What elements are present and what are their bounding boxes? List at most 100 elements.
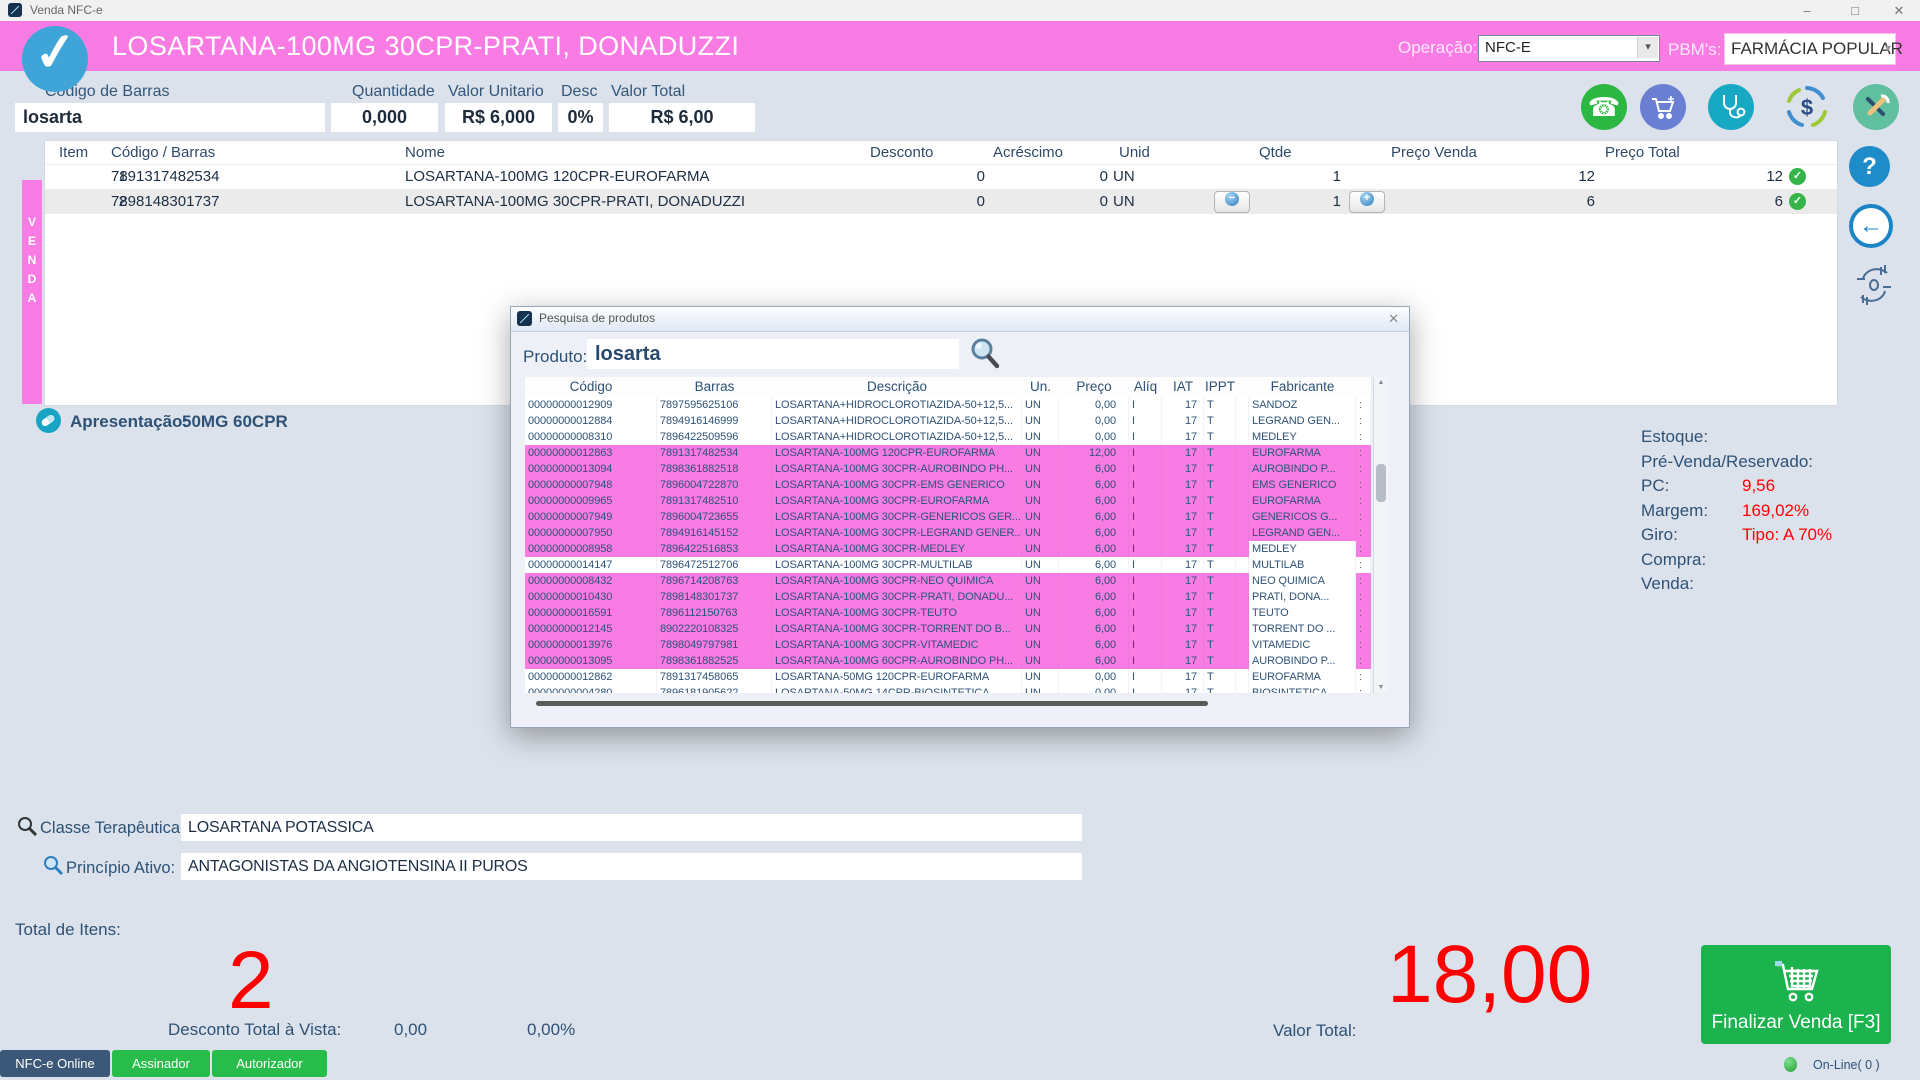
cell-cut: : [1356, 605, 1371, 621]
cell-tick [1236, 413, 1249, 429]
principio-ativo-field[interactable]: ANTAGONISTAS DA ANGIOTENSINA II PUROS [181, 853, 1082, 880]
qty-plus-button[interactable]: + [1349, 191, 1385, 213]
product-row[interactable]: 000000000128627891317458065LOSARTANA-50M… [525, 669, 1371, 685]
cell-barras: 7896472512706 [657, 557, 772, 573]
cell-un: UN [1022, 461, 1059, 477]
cell-codigo_barras: 7898148301737 [111, 189, 219, 214]
cell-ippt: T [1204, 589, 1236, 605]
cell-descricao: LOSARTANA-100MG 30CPR-LEGRAND GENER... [772, 525, 1022, 541]
col-nome: Nome [405, 141, 445, 164]
cell-preco: 0,00 [1059, 669, 1129, 685]
cell-preco_venda: 12 [1445, 164, 1595, 189]
cell-iat: 17 [1162, 605, 1204, 621]
qty-minus-button[interactable]: − [1214, 191, 1250, 213]
horizontal-scrollbar[interactable] [536, 701, 1208, 706]
maximize-button[interactable]: □ [1844, 2, 1866, 19]
cell-preco: 0,00 [1059, 429, 1129, 445]
product-row[interactable]: 000000000079497896004723655LOSARTANA-100… [525, 509, 1371, 525]
product-row[interactable]: 000000000083107896422509596LOSARTANA+HID… [525, 429, 1371, 445]
cell-cut: : [1356, 413, 1371, 429]
status-chip-assinador[interactable]: Assinador [112, 1050, 210, 1077]
finalizar-venda-button[interactable]: Finalizar Venda [F3] [1701, 945, 1891, 1044]
cell-tick [1236, 397, 1249, 413]
product-row[interactable]: 000000000139767898049797981LOSARTANA-100… [525, 637, 1371, 653]
product-row[interactable]: 000000000128847894916146999LOSARTANA+HID… [525, 413, 1371, 429]
back-button[interactable]: ← [1849, 204, 1893, 248]
total-value-input[interactable]: R$ 6,00 [609, 103, 755, 132]
product-row[interactable]: 000000000079487896004722870LOSARTANA-100… [525, 477, 1371, 493]
operacao-select[interactable]: NFC-E ▾ [1478, 35, 1660, 62]
product-row[interactable]: 000000000141477896472512706LOSARTANA-100… [525, 557, 1371, 573]
discount-input[interactable]: 0% [558, 103, 603, 132]
vertical-scrollbar[interactable]: ▲ ▼ [1373, 377, 1388, 693]
produto-search-input[interactable]: losarta [587, 339, 959, 369]
cell-cut: : [1356, 637, 1371, 653]
add-to-cart-icon[interactable] [1640, 84, 1686, 130]
product-row[interactable]: 000000000079507894916145152LOSARTANA-100… [525, 525, 1371, 541]
unit-value-input[interactable]: R$ 6,000 [445, 103, 552, 132]
cell-preco: 0,00 [1059, 397, 1129, 413]
close-icon[interactable]: ✕ [1388, 311, 1399, 327]
product-row[interactable]: 000000000084327896714208763LOSARTANA-100… [525, 573, 1371, 589]
cell-fab: EUROFARMA [1249, 493, 1356, 509]
operacao-value: NFC-E [1485, 39, 1531, 56]
status-chip-autorizador[interactable]: Autorizador [212, 1050, 327, 1077]
close-button[interactable]: ✕ [1888, 2, 1910, 19]
cell-preco: 6,00 [1059, 509, 1129, 525]
tools-icon[interactable] [1853, 84, 1899, 130]
cell-aliq: I [1129, 397, 1162, 413]
cell-codigo: 00000000013095 [525, 653, 657, 669]
product-row[interactable]: 000000000130947898361882518LOSARTANA-100… [525, 461, 1371, 477]
cell-barras: 7894916145152 [657, 525, 772, 541]
minimize-button[interactable]: – [1796, 2, 1818, 19]
cell-fab: BIOSINTETICA [1249, 685, 1356, 693]
sync-icon[interactable] [1851, 261, 1897, 309]
whatsapp-icon[interactable]: ☎ [1581, 84, 1627, 130]
cell-descricao: LOSARTANA+HIDROCLOROTIAZIDA-50+12,5... [772, 397, 1022, 413]
product-row[interactable]: 000000000165917896112150763LOSARTANA-100… [525, 605, 1371, 621]
product-row[interactable]: 000000000121458902220108325LOSARTANA-100… [525, 621, 1371, 637]
help-button[interactable]: ? [1849, 146, 1890, 187]
product-row[interactable]: 000000000099657891317482510LOSARTANA-100… [525, 493, 1371, 509]
cell-iat: 17 [1162, 413, 1204, 429]
product-row[interactable]: 000000000129097897595625106LOSARTANA+HID… [525, 397, 1371, 413]
col-unid: Unid [1119, 141, 1150, 164]
product-row[interactable]: 000000000104307898148301737LOSARTANA-100… [525, 589, 1371, 605]
cell-preco: 6,00 [1059, 605, 1129, 621]
app-icon [517, 311, 532, 326]
product-row[interactable]: 000000000128637891317482534LOSARTANA-100… [525, 445, 1371, 461]
quantity-label: Quantidade [352, 83, 435, 101]
search-icon[interactable] [967, 335, 1003, 371]
scrollbar-thumb[interactable] [1376, 464, 1386, 502]
barcode-input[interactable]: losarta [15, 103, 325, 132]
item-ok-icon: ✓ [1789, 168, 1806, 185]
currency-exchange-icon[interactable]: $ [1784, 84, 1830, 130]
cell-fab: LEGRAND GEN... [1249, 525, 1356, 541]
stat-value: 169,02% [1742, 501, 1809, 521]
product-row[interactable]: 000000000089587896422516853LOSARTANA-100… [525, 541, 1371, 557]
col-fabricante: Fabricante [1249, 377, 1356, 397]
status-chip-nfc-e-online[interactable]: NFC-e Online [0, 1050, 110, 1077]
dialog-titlebar[interactable]: Pesquisa de produtos ✕ [511, 307, 1409, 332]
cell-barras: 7898361882518 [657, 461, 772, 477]
chevron-down-icon[interactable]: ▾ [1637, 37, 1658, 58]
product-row[interactable]: 000000000042807896181905622LOSARTANA-50M… [525, 685, 1371, 693]
cell-barras: 7896714208763 [657, 573, 772, 589]
cell-codigo: 00000000007950 [525, 525, 657, 541]
pbm-select[interactable]: FARMÁCIA POPULAR ▾ [1724, 33, 1896, 65]
sale-item-row[interactable]: 27898148301737LOSARTANA-100MG 30CPR-PRAT… [45, 189, 1837, 214]
classe-terapeutica-field[interactable]: LOSARTANA POTASSICA [181, 814, 1082, 841]
cell-codigo: 00000000013976 [525, 637, 657, 653]
current-product-title: LOSARTANA-100MG 30CPR-PRATI, DONADUZZI [112, 31, 739, 62]
cell-barras: 7897595625106 [657, 397, 772, 413]
stat-line: PC:9,56 [1641, 476, 1911, 501]
cell-ippt: T [1204, 445, 1236, 461]
cell-codigo: 00000000012909 [525, 397, 657, 413]
product-row[interactable]: 000000000130957898361882525LOSARTANA-100… [525, 653, 1371, 669]
cell-tick [1236, 541, 1249, 557]
sale-item-row[interactable]: 17891317482534LOSARTANA-100MG 120CPR-EUR… [45, 164, 1837, 189]
cell-cut: : [1356, 509, 1371, 525]
cell-aliq: I [1129, 557, 1162, 573]
quantity-input[interactable]: 0,000 [331, 103, 438, 132]
stethoscope-icon[interactable] [1708, 84, 1754, 130]
